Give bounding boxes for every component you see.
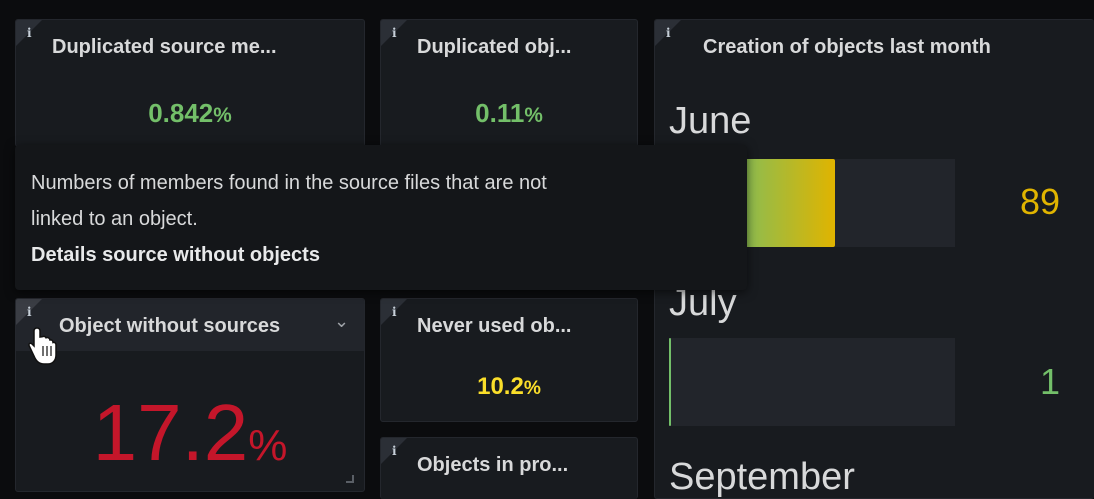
bar-label-june: June [669, 100, 752, 142]
stat-value: 10.2% [381, 373, 637, 401]
panel-menu-chevron-icon[interactable]: ⌄ [334, 311, 349, 332]
stat-unit: % [524, 104, 543, 127]
info-tooltip: Numbers of members found in the source f… [15, 145, 747, 290]
stat-unit: % [523, 378, 541, 399]
stat-value: 0.11% [381, 98, 637, 129]
stat-number: 17.2 [92, 388, 249, 477]
info-icon[interactable]: i [666, 26, 671, 40]
bar-track-july [669, 338, 955, 426]
tooltip-details-link[interactable]: Details source without objects [31, 237, 731, 273]
panel-duplicated-source-members[interactable]: i Duplicated source me... 0.842% [15, 19, 365, 147]
stat-value: 0.842% [16, 98, 364, 129]
panel-never-used-objects[interactable]: i Never used ob... 10.2% [380, 298, 638, 422]
stat-number: 10.2 [477, 373, 524, 400]
resize-handle[interactable] [346, 475, 354, 483]
pointer-hand-icon [28, 327, 57, 365]
stat-number: 0.11 [475, 98, 525, 128]
panel-duplicated-objects[interactable]: i Duplicated obj... 0.11% [380, 19, 638, 147]
bar-label-september: September [669, 456, 855, 498]
panel-title[interactable]: Duplicated source me... [52, 36, 277, 59]
info-icon[interactable]: i [392, 26, 397, 40]
panel-title[interactable]: Objects in pro... [417, 454, 568, 477]
panel-title[interactable]: Creation of objects last month [703, 36, 991, 59]
tooltip-text-line-1: Numbers of members found in the source f… [31, 172, 547, 194]
panel-title[interactable]: Duplicated obj... [417, 36, 571, 59]
info-icon[interactable]: i [392, 444, 397, 458]
info-icon[interactable]: i [27, 305, 32, 319]
panel-title[interactable]: Never used ob... [417, 315, 572, 338]
panel-title[interactable]: Object without sources [59, 315, 280, 338]
panel-objects-in-pro[interactable]: i Objects in pro... [380, 437, 638, 499]
bar-value-june: 89 [1019, 181, 1060, 222]
stat-value: 17.2% [16, 387, 364, 479]
bar-value-july: 1 [1039, 361, 1060, 402]
stat-unit: % [248, 421, 288, 470]
info-icon[interactable]: i [27, 26, 32, 40]
stat-number: 0.842 [148, 98, 214, 128]
panel-object-without-sources[interactable]: i Object without sources ⌄ 17.2% [15, 298, 365, 492]
info-icon[interactable]: i [392, 305, 397, 319]
tooltip-text-line-2: linked to an object. [31, 208, 198, 230]
stat-unit: % [213, 104, 232, 127]
bar-fill-july [669, 338, 671, 426]
